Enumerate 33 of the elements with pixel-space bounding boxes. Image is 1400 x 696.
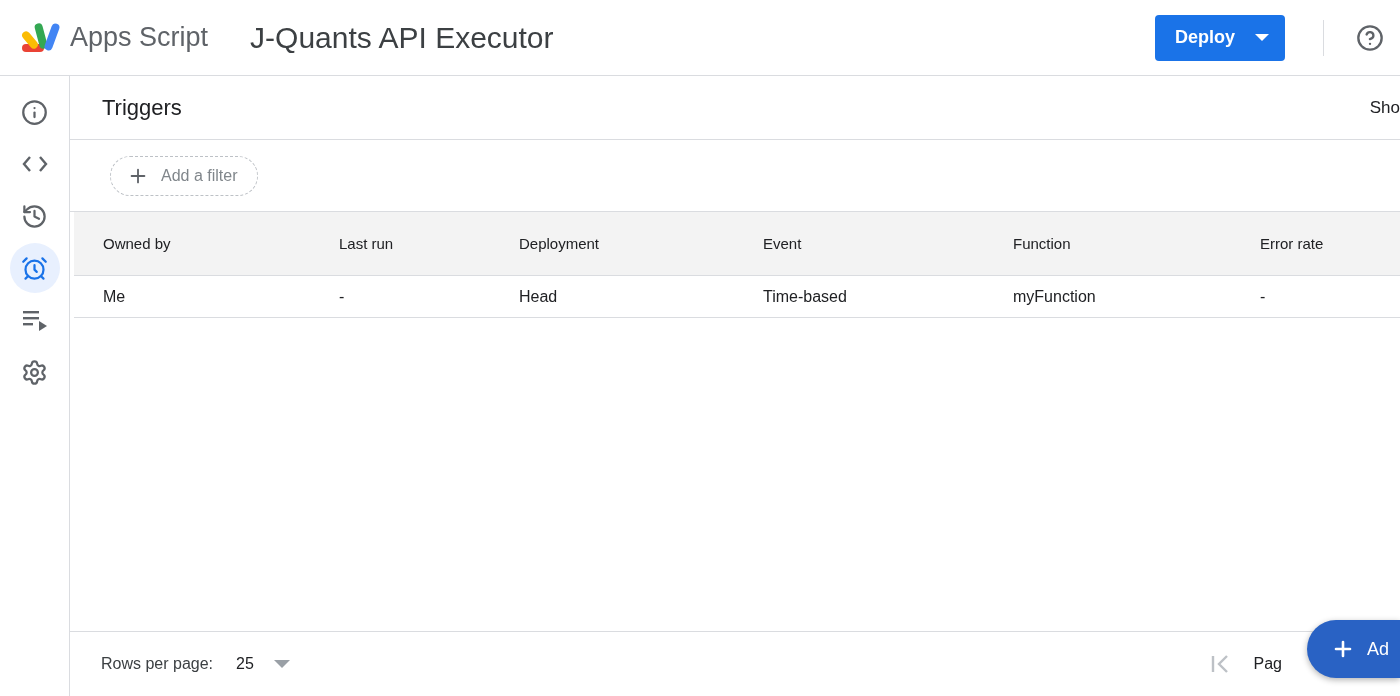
column-header: Error rate (1231, 212, 1400, 276)
help-icon[interactable] (1356, 23, 1384, 52)
sidebar-item[interactable] (9, 243, 60, 293)
history-icon (21, 202, 48, 230)
rows-per-page-label: Rows per page: (101, 655, 214, 673)
add-trigger-button[interactable]: Ad (1307, 620, 1400, 678)
column-header: Owned by (74, 212, 310, 276)
apps-script-logo (20, 21, 62, 54)
rows-per-page-value[interactable]: 25 (236, 655, 254, 673)
table-cell: Head (490, 276, 734, 318)
settings-icon (21, 358, 48, 386)
info-icon (21, 98, 48, 126)
page-title: Triggers (102, 94, 182, 121)
column-header: Deployment (490, 212, 734, 276)
app-name: Apps Script (70, 22, 209, 53)
caret-icon (1255, 33, 1269, 42)
caret-icon (273, 660, 290, 668)
column-header: Event (734, 212, 984, 276)
project-title: J-Quants API Executor (250, 20, 554, 55)
deploy-button[interactable]: Deploy (1155, 14, 1285, 61)
show-label: Sho (1369, 97, 1400, 118)
table-cell: Time-based (734, 276, 984, 318)
table-cell: myFunction (984, 276, 1231, 318)
list-play-icon (21, 309, 48, 331)
page-label: Pag (1253, 655, 1282, 673)
add-filter-button[interactable]: Add a filter (110, 155, 259, 196)
column-header: Function (984, 212, 1231, 276)
column-header: Last run (310, 212, 490, 276)
table-cell: Me (74, 276, 310, 318)
table-cell: - (1231, 276, 1400, 318)
code-icon (21, 155, 48, 173)
table-cell: - (310, 276, 490, 318)
alarm-clock-icon (21, 254, 48, 282)
